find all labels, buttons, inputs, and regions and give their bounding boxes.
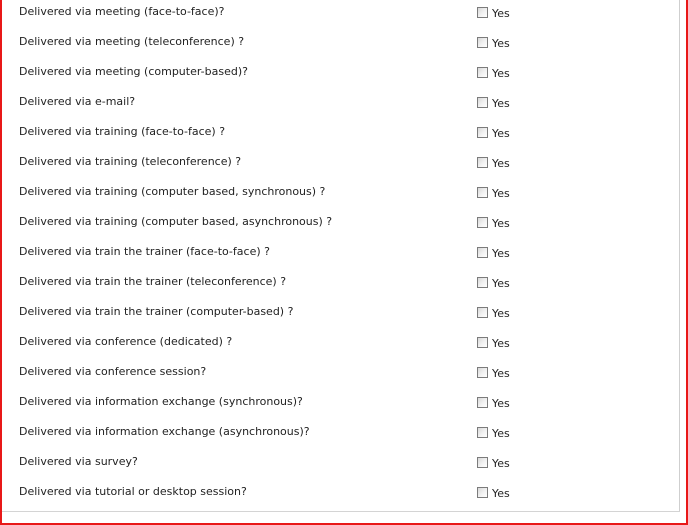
question-row: Delivered via meeting (teleconference) ?… xyxy=(0,30,679,60)
yes-checkbox[interactable] xyxy=(477,277,488,288)
yes-label[interactable]: Yes xyxy=(492,457,510,470)
question-label: Delivered via tutorial or desktop sessio… xyxy=(19,485,247,498)
yes-label[interactable]: Yes xyxy=(492,217,510,230)
yes-label[interactable]: Yes xyxy=(492,307,510,320)
yes-checkbox[interactable] xyxy=(477,247,488,258)
yes-checkbox[interactable] xyxy=(477,217,488,228)
yes-checkbox[interactable] xyxy=(477,337,488,348)
question-label: Delivered via train the trainer (face-to… xyxy=(19,245,270,258)
question-row: Delivered via tutorial or desktop sessio… xyxy=(0,480,679,510)
question-label: Delivered via meeting (face-to-face)? xyxy=(19,5,225,18)
question-row: Delivered via e-mail? Yes xyxy=(0,90,679,120)
question-row: Delivered via train the trainer (face-to… xyxy=(0,240,679,270)
yes-label[interactable]: Yes xyxy=(492,397,510,410)
question-row: Delivered via training (computer based, … xyxy=(0,180,679,210)
question-label: Delivered via conference (dedicated) ? xyxy=(19,335,233,348)
yes-label[interactable]: Yes xyxy=(492,367,510,380)
question-row: Delivered via conference (dedicated) ? Y… xyxy=(0,330,679,360)
yes-label[interactable]: Yes xyxy=(492,157,510,170)
question-label: Delivered via train the trainer (telecon… xyxy=(19,275,287,288)
question-label: Delivered via e-mail? xyxy=(19,95,136,108)
question-label: Delivered via train the trainer (compute… xyxy=(19,305,294,318)
question-row: Delivered via training (computer based, … xyxy=(0,210,679,240)
yes-checkbox[interactable] xyxy=(477,97,488,108)
yes-label[interactable]: Yes xyxy=(492,337,510,350)
question-label: Delivered via training (computer based, … xyxy=(19,185,326,198)
question-label: Delivered via meeting (teleconference) ? xyxy=(19,35,245,48)
question-row: Delivered via survey? Yes xyxy=(0,450,679,480)
question-label: Delivered via training (computer based, … xyxy=(19,215,333,228)
yes-checkbox[interactable] xyxy=(477,187,488,198)
yes-label[interactable]: Yes xyxy=(492,127,510,140)
question-row: Delivered via training (teleconference) … xyxy=(0,150,679,180)
yes-label[interactable]: Yes xyxy=(492,67,510,80)
yes-checkbox[interactable] xyxy=(477,457,488,468)
yes-checkbox[interactable] xyxy=(477,427,488,438)
question-row: Delivered via meeting (computer-based)? … xyxy=(0,60,679,90)
question-row: Delivered via train the trainer (telecon… xyxy=(0,270,679,300)
yes-label[interactable]: Yes xyxy=(492,187,510,200)
question-row: Delivered via train the trainer (compute… xyxy=(0,300,679,330)
panel-bottom-edge xyxy=(2,511,680,512)
panel-right-edge xyxy=(679,0,680,511)
question-label: Delivered via information exchange (asyn… xyxy=(19,425,310,438)
question-label: Delivered via training (face-to-face) ? xyxy=(19,125,226,138)
yes-label[interactable]: Yes xyxy=(492,427,510,440)
yes-label[interactable]: Yes xyxy=(492,7,510,20)
question-label: Delivered via information exchange (sync… xyxy=(19,395,303,408)
yes-label[interactable]: Yes xyxy=(492,277,510,290)
yes-checkbox[interactable] xyxy=(477,67,488,78)
question-row: Delivered via training (face-to-face) ? … xyxy=(0,120,679,150)
question-row: Delivered via information exchange (sync… xyxy=(0,390,679,420)
question-row: Delivered via information exchange (asyn… xyxy=(0,420,679,450)
yes-label[interactable]: Yes xyxy=(492,37,510,50)
question-row: Delivered via conference session? Yes xyxy=(0,360,679,390)
yes-label[interactable]: Yes xyxy=(492,97,510,110)
question-list: Delivered via meeting (face-to-face)? Ye… xyxy=(0,0,679,510)
yes-checkbox[interactable] xyxy=(477,37,488,48)
question-label: Delivered via conference session? xyxy=(19,365,207,378)
question-label: Delivered via meeting (computer-based)? xyxy=(19,65,248,78)
yes-label[interactable]: Yes xyxy=(492,247,510,260)
yes-checkbox[interactable] xyxy=(477,397,488,408)
yes-checkbox[interactable] xyxy=(477,7,488,18)
question-label: Delivered via survey? xyxy=(19,455,138,468)
yes-label[interactable]: Yes xyxy=(492,487,510,500)
yes-checkbox[interactable] xyxy=(477,307,488,318)
yes-checkbox[interactable] xyxy=(477,367,488,378)
yes-checkbox[interactable] xyxy=(477,157,488,168)
yes-checkbox[interactable] xyxy=(477,127,488,138)
question-row: Delivered via meeting (face-to-face)? Ye… xyxy=(0,0,679,30)
question-label: Delivered via training (teleconference) … xyxy=(19,155,242,168)
yes-checkbox[interactable] xyxy=(477,487,488,498)
